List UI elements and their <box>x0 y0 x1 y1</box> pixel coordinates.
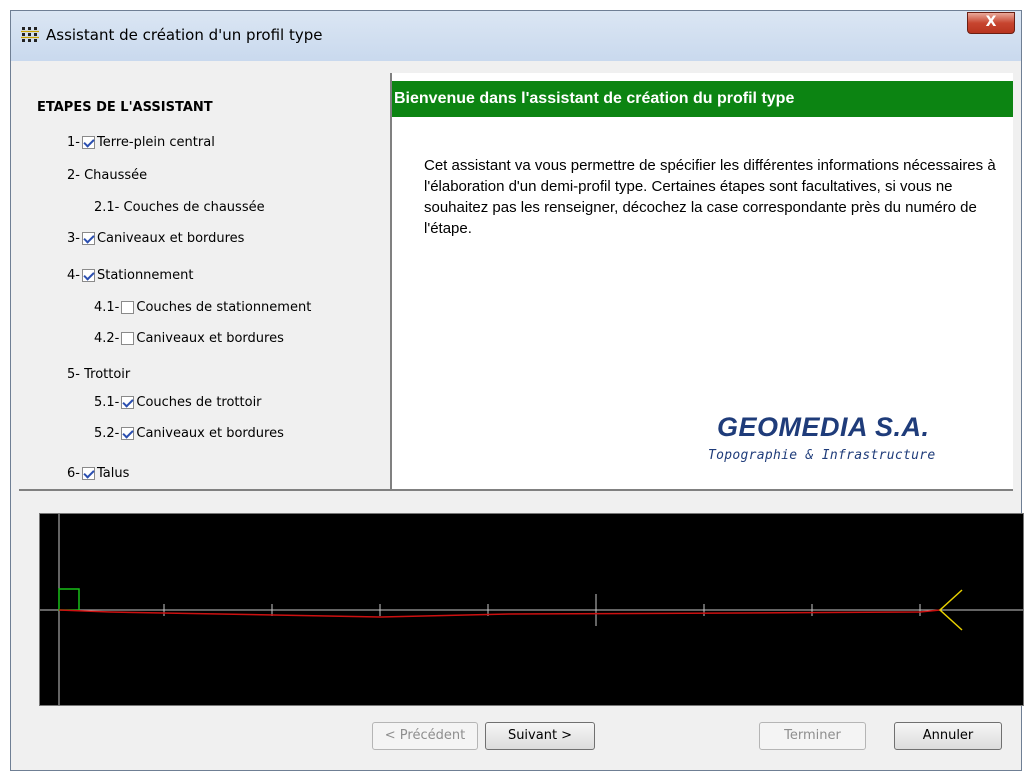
step-label: Stationnement <box>96 268 194 283</box>
next-button[interactable]: Suivant > <box>485 722 595 750</box>
step-label: Caniveaux et bordures <box>136 331 284 346</box>
step-number: 5.1- <box>94 395 120 410</box>
step-number: 3- <box>67 231 80 246</box>
step-label: Trottoir <box>84 367 131 382</box>
step-checkbox[interactable] <box>81 467 95 480</box>
steps-panel: ETAPES DE L'ASSISTANT 1- Terre-plein cen… <box>31 73 390 489</box>
step-label: Talus <box>96 466 130 481</box>
step-number: 2.1- <box>94 200 120 215</box>
step-6: 6- Talus <box>67 466 129 481</box>
tpc-marker <box>58 588 80 611</box>
step-checkbox[interactable] <box>81 269 95 282</box>
step-number: 5.2- <box>94 426 120 441</box>
window-title: Assistant de création d'un profil type <box>46 26 323 44</box>
welcome-header: Bienvenue dans l'assistant de création d… <box>392 81 1013 117</box>
step-4: 4- Stationnement <box>67 268 193 283</box>
step-checkbox[interactable] <box>121 301 135 314</box>
step-label: Chaussée <box>84 168 148 183</box>
previous-button[interactable]: < Précédent <box>372 722 478 750</box>
step-4-2: 4.2- Caniveaux et bordures <box>94 331 284 346</box>
step-label: Terre-plein central <box>96 135 215 150</box>
finish-button[interactable]: Terminer <box>759 722 866 750</box>
step-checkbox[interactable] <box>121 427 135 440</box>
step-2: 2- Chaussée <box>67 168 147 183</box>
welcome-panel: Bienvenue dans l'assistant de création d… <box>392 73 1013 489</box>
step-4-1: 4.1- Couches de stationnement <box>94 300 311 315</box>
step-number: 2- <box>67 168 80 183</box>
step-3: 3- Caniveaux et bordures <box>67 231 244 246</box>
step-5-1: 5.1- Couches de trottoir <box>94 395 262 410</box>
step-number: 1- <box>67 135 80 150</box>
step-number: 4.2- <box>94 331 120 346</box>
step-5-2: 5.2- Caniveaux et bordures <box>94 426 284 441</box>
company-logo: GEOMEDIA S.A. <box>717 412 930 442</box>
step-label: Couches de stationnement <box>136 300 312 315</box>
profile-preview <box>39 513 1024 706</box>
step-label: Couches de trottoir <box>136 395 262 410</box>
profile-line <box>58 609 941 618</box>
step-number: 6- <box>67 466 80 481</box>
step-2-1: 2.1- Couches de chaussée <box>94 200 265 215</box>
step-checkbox[interactable] <box>81 136 95 149</box>
grid-app-icon <box>21 27 39 42</box>
step-checkbox[interactable] <box>81 232 95 245</box>
profile-drawing <box>40 514 1023 705</box>
step-1: 1- Terre-plein central <box>67 135 215 150</box>
welcome-text: Cet assistant va vous permettre de spéci… <box>424 157 996 237</box>
step-label: Caniveaux et bordures <box>96 231 245 246</box>
preview-divider <box>19 489 1013 491</box>
wizard-window: Assistant de création d'un profil type X… <box>10 10 1024 771</box>
steps-title: ETAPES DE L'ASSISTANT <box>37 100 213 115</box>
step-number: 4.1- <box>94 300 120 315</box>
step-number: 4- <box>67 268 80 283</box>
step-checkbox[interactable] <box>121 332 135 345</box>
cancel-button[interactable]: Annuler <box>894 722 1002 750</box>
wizard-content: ETAPES DE L'ASSISTANT 1- Terre-plein cen… <box>19 61 1024 763</box>
step-checkbox[interactable] <box>121 396 135 409</box>
step-number: 5- <box>67 367 80 382</box>
step-label: Caniveaux et bordures <box>136 426 284 441</box>
step-label: Couches de chaussée <box>123 200 265 215</box>
title-bar[interactable]: Assistant de création d'un profil type X <box>11 11 1021 61</box>
step-5: 5- Trottoir <box>67 367 130 382</box>
close-button[interactable]: X <box>967 12 1015 34</box>
company-tagline: Topographie & Infrastructure <box>708 448 936 463</box>
